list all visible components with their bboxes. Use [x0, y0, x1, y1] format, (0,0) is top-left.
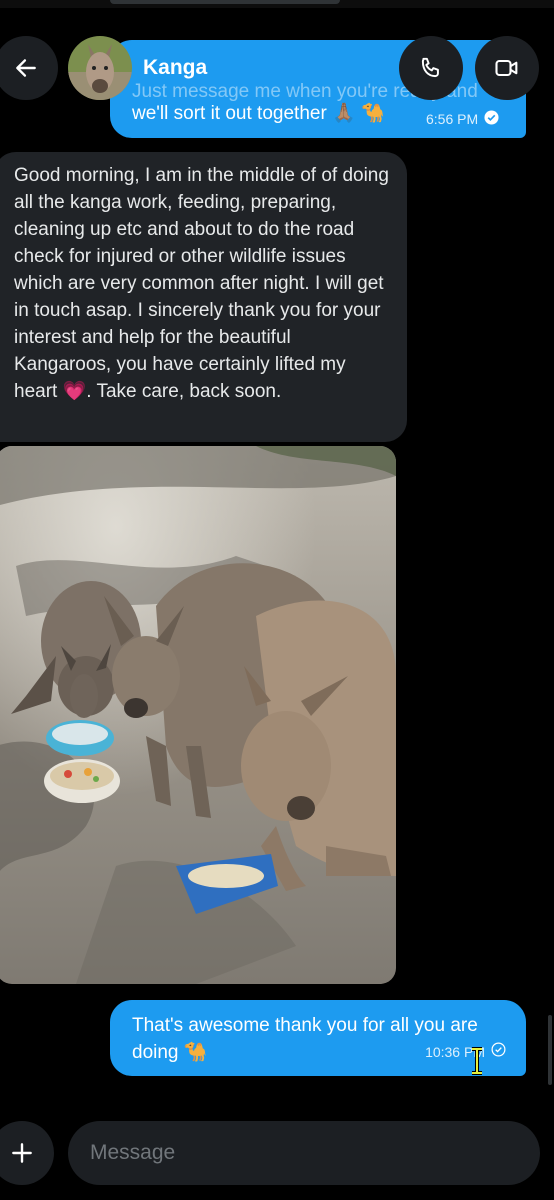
scrollbar-thumb[interactable]	[548, 1015, 552, 1085]
add-attachment-button[interactable]	[0, 1121, 54, 1185]
read-check-icon	[484, 110, 499, 128]
message-meta: 6:56 PM	[426, 110, 499, 128]
call-button[interactable]	[399, 36, 463, 100]
back-button[interactable]	[0, 36, 58, 100]
window-drag-bar[interactable]	[110, 0, 340, 4]
video-call-button[interactable]	[475, 36, 539, 100]
text-cursor-icon	[469, 1047, 485, 1075]
arrow-left-icon	[16, 59, 36, 77]
avatar[interactable]	[68, 36, 132, 100]
phone-icon	[421, 57, 439, 78]
message-input[interactable]	[68, 1121, 540, 1185]
message-meta: 10:36 PM	[425, 1039, 506, 1066]
contact-name[interactable]: Kanga	[143, 56, 207, 80]
outgoing-message[interactable]: That's awesome thank you for all you are…	[110, 1000, 526, 1076]
message-time: 6:56 PM	[426, 111, 479, 127]
video-camera-icon	[495, 59, 518, 77]
chat-header: Kanga	[0, 30, 554, 110]
window-top-strip	[0, 0, 554, 8]
message-text: Good morning, I am in the middle of of d…	[14, 165, 389, 402]
sent-check-icon	[491, 1039, 506, 1066]
plus-icon	[12, 1143, 32, 1163]
incoming-message[interactable]: Good morning, I am in the middle of of d…	[0, 152, 407, 442]
kangaroo-photo[interactable]	[0, 446, 396, 984]
